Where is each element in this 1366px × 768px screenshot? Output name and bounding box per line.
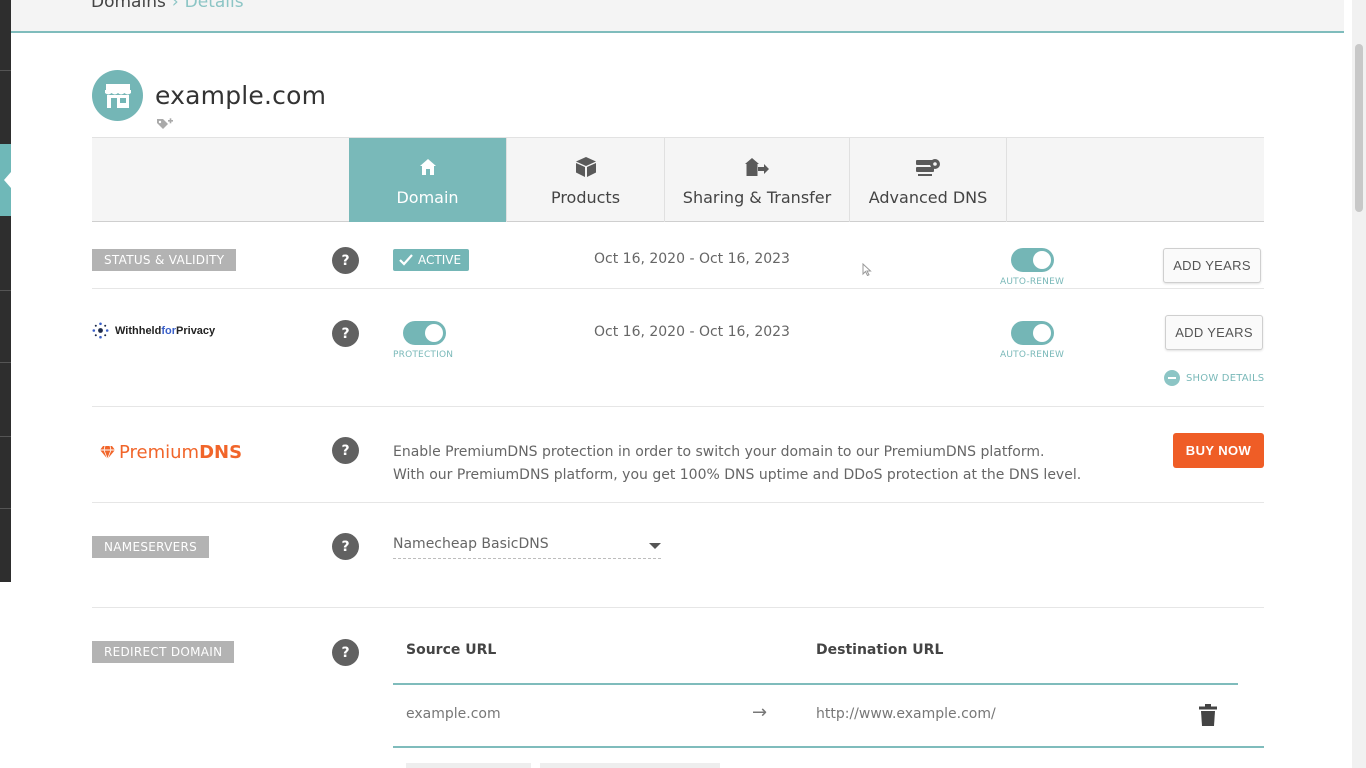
redirect-table-divider	[393, 683, 1238, 685]
premiumdns-logo: Premium DNS	[99, 442, 242, 463]
toggle-knob	[1033, 251, 1051, 269]
buy-now-button[interactable]: BUY NOW	[1173, 433, 1264, 468]
tab-domain[interactable]: Domain	[349, 138, 506, 222]
redirect-domain-tag: REDIRECT DOMAIN	[92, 641, 235, 663]
trash-icon[interactable]	[1199, 704, 1217, 730]
tab-sharing-transfer[interactable]: Sharing & Transfer	[664, 138, 849, 222]
row-divider	[92, 502, 1264, 503]
privacy-protection-toggle[interactable]	[403, 321, 446, 345]
scrollbar-thumb[interactable]	[1355, 44, 1363, 212]
premiumdns-description-line: With our PremiumDNS platform, you get 10…	[393, 467, 1082, 483]
check-icon	[399, 254, 413, 266]
tab-divider	[1006, 138, 1007, 222]
privacy-sparkle-icon	[92, 322, 109, 339]
tab-label: Sharing & Transfer	[682, 187, 832, 207]
domain-header: example.com	[92, 70, 326, 121]
premiumdns-logo-text: DNS	[199, 442, 243, 463]
status-help-button[interactable]: ?	[332, 247, 359, 274]
storefront-icon	[92, 70, 143, 121]
active-status-badge: ACTIVE	[393, 249, 470, 271]
box-icon	[575, 154, 597, 180]
privacy-help-button[interactable]: ?	[332, 320, 359, 347]
breadcrumb-separator: ›	[171, 0, 179, 12]
nameservers-help-button[interactable]: ?	[332, 533, 359, 560]
partial-element	[406, 763, 531, 768]
left-nav-divider	[0, 508, 11, 509]
left-nav-divider	[0, 362, 11, 363]
collapse-icon	[1164, 370, 1180, 386]
redirect-destination-url: http://www.example.com/	[816, 706, 996, 722]
status-validity-tag: STATUS & VALIDITY	[92, 249, 237, 271]
domain-autorenew-toggle[interactable]	[1011, 248, 1054, 272]
server-gear-icon	[915, 154, 941, 180]
privacy-autorenew-toggle[interactable]	[1011, 321, 1054, 345]
privacy-protection-label: PROTECTION	[393, 350, 454, 360]
nameservers-tag: NAMESERVERS	[92, 536, 210, 558]
destination-url-header: Destination URL	[816, 642, 944, 658]
breadcrumb: Domains › Details	[91, 0, 244, 12]
redirect-table-divider	[393, 746, 1264, 748]
top-bar: Domains › Details	[11, 0, 1344, 33]
add-tag-icon[interactable]	[156, 116, 174, 135]
domain-tab-bar: Domain Products Sharing & Transfer Advan…	[92, 137, 1264, 222]
diamond-icon	[99, 445, 116, 460]
left-nav-strip	[0, 0, 11, 582]
privacy-logo-text: for	[161, 324, 177, 337]
toggle-knob	[425, 324, 443, 342]
nameservers-select[interactable]: Namecheap BasicDNS	[393, 536, 661, 559]
tab-label: Products	[550, 187, 621, 207]
tab-products[interactable]: Products	[506, 138, 664, 222]
premiumdns-help-button[interactable]: ?	[332, 437, 359, 464]
redirect-help-button[interactable]: ?	[332, 639, 359, 666]
domain-name-title: example.com	[155, 81, 327, 110]
privacy-autorenew-label: AUTO-RENEW	[1000, 350, 1065, 360]
tab-label: Advanced DNS	[868, 187, 988, 207]
tab-label: Domain	[396, 187, 459, 207]
page-scrollbar[interactable]	[1352, 0, 1366, 768]
registration-dates: Oct 16, 2020 - Oct 16, 2023	[594, 251, 790, 267]
breadcrumb-domains-link[interactable]: Domains	[91, 0, 166, 12]
withheld-for-privacy-logo: Withheld for Privacy	[92, 322, 215, 339]
chevron-down-icon	[649, 543, 661, 549]
privacy-logo-text: Privacy	[176, 324, 216, 337]
left-nav-divider	[0, 290, 11, 291]
premiumdns-description-line: Enable PremiumDNS protection in order to…	[393, 444, 1045, 460]
home-icon	[419, 154, 437, 180]
domain-autorenew-label: AUTO-RENEW	[1000, 277, 1065, 287]
partial-element	[540, 763, 720, 768]
breadcrumb-current: Details	[184, 0, 244, 12]
tab-advanced-dns[interactable]: Advanced DNS	[849, 138, 1006, 222]
row-divider	[92, 406, 1264, 407]
active-status-text: ACTIVE	[418, 253, 462, 267]
nameservers-selected-value: Namecheap BasicDNS	[393, 536, 549, 552]
domain-add-years-button[interactable]: ADD YEARS	[1163, 248, 1261, 283]
house-arrow-icon	[744, 154, 770, 180]
show-details-link[interactable]: SHOW DETAILS	[1164, 370, 1264, 386]
right-arrow-icon: →	[752, 702, 768, 723]
redirect-source-url: example.com	[406, 706, 501, 722]
mouse-cursor-icon	[862, 261, 872, 280]
row-divider	[92, 607, 1264, 608]
privacy-logo-text: Withheld	[115, 324, 162, 337]
premiumdns-logo-text: Premium	[119, 442, 200, 463]
privacy-add-years-button[interactable]: ADD YEARS	[1165, 315, 1263, 350]
premiumdns-description: Enable PremiumDNS protection in order to…	[393, 441, 1081, 487]
left-nav-divider	[0, 70, 11, 71]
active-notch	[4, 172, 11, 188]
privacy-dates: Oct 16, 2020 - Oct 16, 2023	[594, 324, 790, 340]
toggle-knob	[1033, 324, 1051, 342]
row-divider	[92, 288, 1264, 289]
source-url-header: Source URL	[406, 642, 497, 658]
show-details-text: SHOW DETAILS	[1186, 372, 1265, 384]
left-nav-divider	[0, 436, 11, 437]
